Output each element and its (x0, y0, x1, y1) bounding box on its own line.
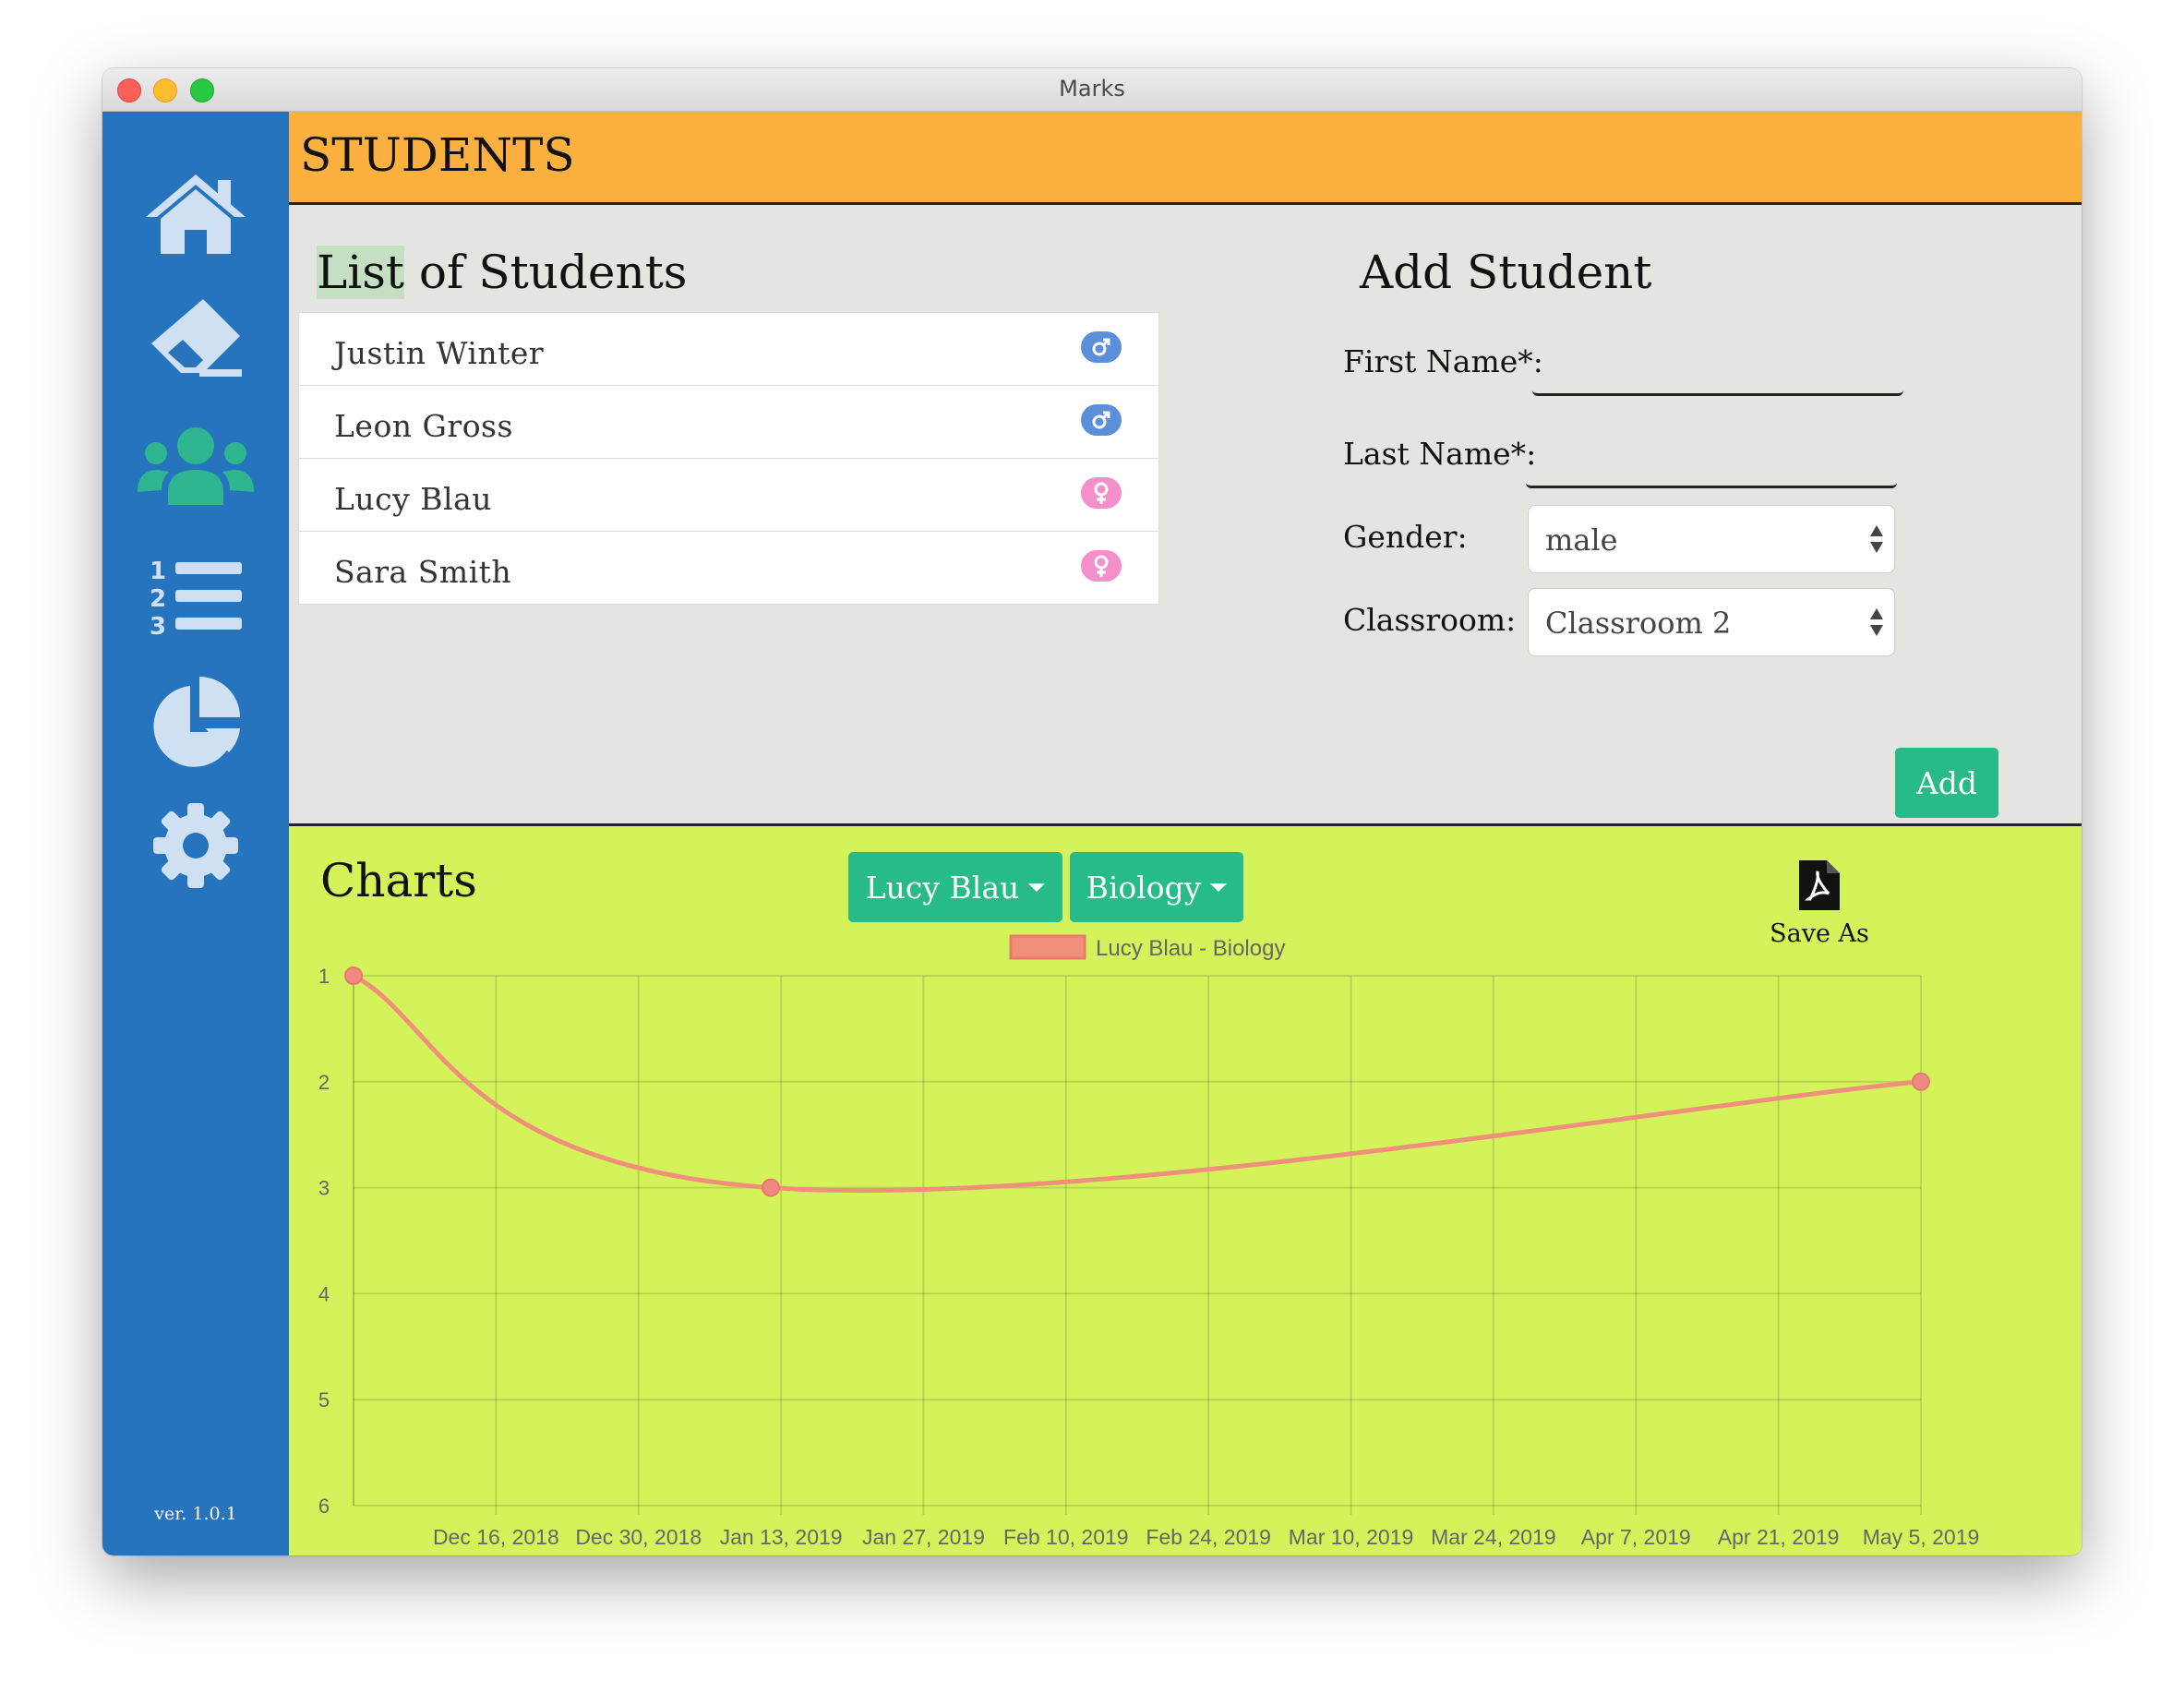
gender-label: Gender: (1343, 519, 1468, 555)
students-panel: List of Students Justin Winter Leon Gros… (289, 205, 2082, 826)
student-list-title-rest: of Students (403, 246, 688, 299)
numbered-list-icon: 1 2 3 (150, 558, 242, 638)
classroom-label: Classroom: (1343, 602, 1517, 638)
student-name: Lucy Blau (334, 481, 493, 517)
classroom-select[interactable]: Classroom 2 (1528, 588, 1895, 656)
home-icon (146, 174, 246, 254)
version-label: ver. 1.0.1 (154, 1504, 237, 1524)
female-icon (1081, 477, 1122, 509)
app-window: Marks 1 2 3 ver. 1.0.1 STUDENTS List of … (102, 68, 2082, 1555)
data-point (762, 1178, 781, 1197)
male-icon (1081, 404, 1122, 436)
users-icon (138, 427, 254, 505)
y-tick-label: 2 (318, 1071, 330, 1094)
x-tick-label: Mar 10, 2019 (1289, 1525, 1414, 1549)
charts-panel: Charts Lucy Blau Biology Save As Lucy Bl… (289, 826, 2082, 1555)
sidebar-item-students[interactable] (136, 416, 256, 518)
x-tick-label: Mar 24, 2019 (1431, 1525, 1556, 1549)
page-header: STUDENTS (289, 112, 2082, 205)
y-tick-label: 1 (318, 965, 330, 988)
svg-text:3: 3 (150, 613, 166, 638)
gender-select-value: male (1545, 522, 1618, 558)
x-tick-label: Dec 30, 2018 (575, 1525, 702, 1549)
y-tick-label: 3 (318, 1177, 330, 1200)
series-line (352, 973, 1922, 1194)
x-tick-label: Feb 10, 2019 (1003, 1525, 1129, 1549)
svg-text:1: 1 (150, 558, 166, 585)
select-arrows-icon (1870, 608, 1883, 636)
first-name-field[interactable] (1532, 340, 1903, 396)
student-row[interactable]: Justin Winter (299, 313, 1158, 386)
y-tick-label: 5 (318, 1388, 330, 1411)
student-name: Leon Gross (334, 408, 513, 444)
pie-chart-icon (153, 677, 240, 767)
student-list: Justin Winter Leon Gross Lucy Blau Sara … (298, 312, 1159, 605)
page-title: STUDENTS (300, 128, 575, 182)
sidebar-item-home[interactable] (136, 162, 256, 264)
select-arrows-icon (1870, 525, 1883, 553)
sidebar-item-marks[interactable]: 1 2 3 (136, 546, 256, 647)
female-icon (1081, 550, 1122, 582)
first-name-label: First Name*: (1343, 343, 1543, 379)
student-row[interactable]: Sara Smith (299, 532, 1158, 604)
window-title: Marks (1059, 76, 1125, 102)
x-tick-label: Dec 16, 2018 (433, 1525, 559, 1549)
sidebar-item-settings[interactable] (136, 795, 256, 896)
x-tick-label: Apr 7, 2019 (1581, 1525, 1691, 1549)
student-list-title-highlight: List (317, 246, 404, 299)
student-list-title: List of Students (317, 246, 687, 299)
svg-text:2: 2 (150, 585, 166, 613)
legend-label: Lucy Blau - Biology (1096, 936, 1285, 961)
legend-swatch (1009, 934, 1086, 960)
line-chart: Lucy Blau - Biology 1 2 3 4 5 6 Dec 16, 2018 Dec… (318, 934, 1980, 1549)
eraser-icon (151, 299, 242, 377)
title-bar[interactable]: Marks (102, 68, 2082, 112)
last-name-field[interactable] (1526, 432, 1897, 488)
student-name: Justin Winter (334, 335, 545, 371)
student-row[interactable]: Leon Gross (299, 386, 1158, 459)
x-tick-label: Jan 27, 2019 (862, 1525, 985, 1549)
gear-icon (153, 803, 238, 888)
sidebar-item-subjects[interactable] (136, 287, 256, 389)
y-tick-label: 6 (318, 1495, 330, 1518)
y-tick-label: 4 (318, 1282, 330, 1305)
x-tick-label: May 5, 2019 (1863, 1525, 1980, 1549)
gender-select[interactable]: male (1528, 505, 1895, 573)
add-student-title: Add Student (1360, 246, 1652, 299)
male-icon (1081, 331, 1122, 363)
add-student-button[interactable]: Add (1895, 748, 1998, 818)
x-tick-label: Feb 24, 2019 (1146, 1525, 1271, 1549)
last-name-label: Last Name*: (1343, 436, 1537, 472)
student-name: Sara Smith (334, 554, 512, 590)
classroom-select-value: Classroom 2 (1545, 606, 1732, 641)
data-point (1912, 1072, 1930, 1091)
x-tick-label: Jan 13, 2019 (720, 1525, 843, 1549)
sidebar: 1 2 3 ver. 1.0.1 (102, 112, 289, 1555)
x-tick-label: Apr 21, 2019 (1718, 1525, 1840, 1549)
student-row[interactable]: Lucy Blau (299, 459, 1158, 532)
sidebar-item-charts[interactable] (136, 670, 256, 772)
data-point (344, 967, 363, 985)
